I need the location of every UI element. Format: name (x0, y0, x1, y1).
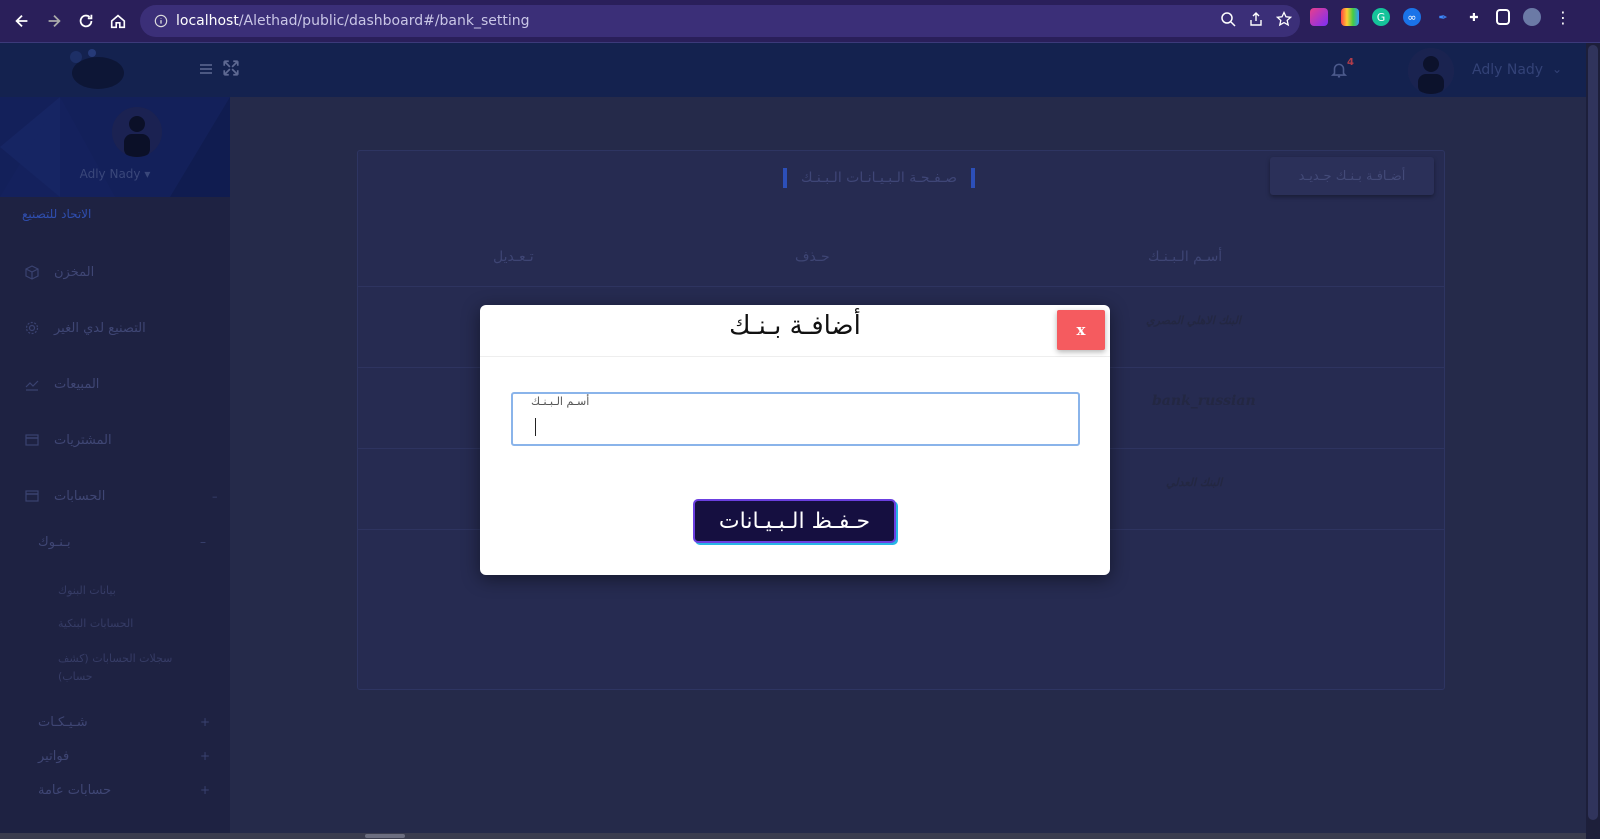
vertical-scrollbar-thumb[interactable] (1588, 45, 1598, 820)
url-host: localhost (176, 13, 239, 29)
forward-icon[interactable] (38, 5, 70, 37)
bank-name-field[interactable]: أسـم الـبـنـك (511, 392, 1080, 446)
reload-icon[interactable] (70, 5, 102, 37)
browser-menu-icon[interactable]: ⋮ (1554, 8, 1572, 27)
browser-toolbar: localhost/Alethad/public/dashboard#/bank… (0, 0, 1600, 43)
grammarly-icon[interactable]: G (1372, 8, 1390, 26)
horizontal-scrollbar-thumb[interactable] (365, 834, 405, 838)
modal-header: أضافـة بـنـك x (480, 305, 1110, 357)
zoom-icon[interactable] (1220, 11, 1236, 31)
infinity-extension-icon[interactable]: ∞ (1403, 8, 1421, 26)
site-info-icon[interactable] (146, 14, 176, 28)
text-cursor (535, 418, 536, 436)
side-panel-icon[interactable] (1496, 9, 1510, 25)
puzzle-extensions-icon[interactable]: ✚ (1465, 8, 1483, 26)
extension-icon[interactable] (1310, 8, 1328, 26)
share-icon[interactable] (1248, 11, 1264, 31)
address-bar[interactable]: localhost/Alethad/public/dashboard#/bank… (140, 5, 1300, 37)
feather-extension-icon[interactable]: ✒ (1434, 8, 1452, 26)
color-picker-extension-icon[interactable] (1341, 8, 1359, 26)
horizontal-scrollbar[interactable] (0, 833, 1586, 839)
back-icon[interactable] (6, 5, 38, 37)
bookmark-star-icon[interactable] (1275, 10, 1293, 31)
save-button[interactable]: حـفـظ الـبـيـانات (693, 499, 896, 543)
add-bank-modal: أضافـة بـنـك x أسـم الـبـنـك حـفـظ الـبـ… (480, 305, 1110, 575)
modal-title: أضافـة بـنـك (729, 311, 861, 341)
url-path: /Alethad/public/dashboard#/bank_setting (238, 13, 530, 29)
profile-avatar-icon[interactable] (1523, 8, 1541, 26)
bank-name-input[interactable] (531, 414, 1051, 440)
home-icon[interactable] (102, 5, 134, 37)
bank-name-label: أسـم الـبـنـك (531, 395, 590, 408)
close-button[interactable]: x (1057, 310, 1105, 350)
